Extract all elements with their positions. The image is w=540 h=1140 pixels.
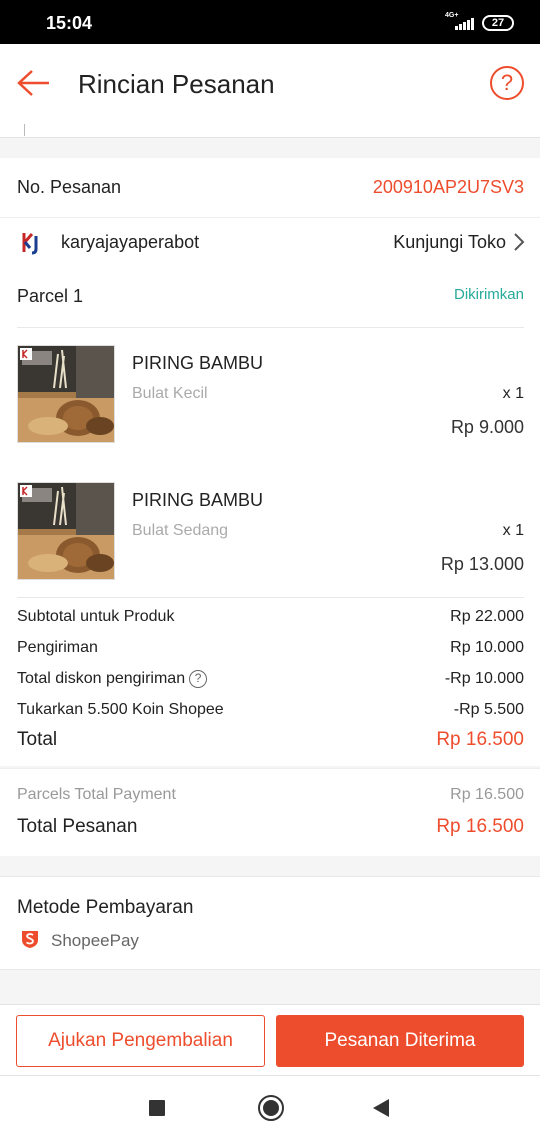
parcels-total-label: Parcels Total Payment xyxy=(17,786,176,803)
shipping-value: Rp 10.000 xyxy=(450,639,524,656)
product-item[interactable]: PIRING BAMBU Bulat Sedang x 1 Rp 13.000 xyxy=(0,482,540,592)
parcel-label: Parcel 1 xyxy=(17,286,84,306)
shipping-row: Pengiriman Rp 10.000 xyxy=(17,639,524,661)
back-arrow-icon[interactable] xyxy=(16,68,52,98)
order-total-label: Total Pesanan xyxy=(17,816,138,837)
divider xyxy=(17,327,524,328)
coins-row: Tukarkan 5.500 Koin Shopee -Rp 5.500 xyxy=(17,701,524,723)
payment-method-label: Metode Pembayaran xyxy=(17,897,194,918)
back-triangle-icon[interactable] xyxy=(372,1098,390,1118)
product-price: Rp 9.000 xyxy=(450,417,524,437)
product-item[interactable]: PIRING BAMBU Bulat Kecil x 1 Rp 9.000 xyxy=(0,345,540,455)
order-total-value: Rp 16.500 xyxy=(436,816,524,837)
recent-apps-icon[interactable] xyxy=(149,1100,165,1116)
help-icon[interactable]: ? xyxy=(490,66,524,100)
product-name: PIRING BAMBU xyxy=(132,490,264,510)
action-bar: Ajukan Pengembalian Pesanan Diterima xyxy=(0,1004,540,1076)
shopeepay-icon xyxy=(22,931,38,948)
app-bar: Rincian Pesanan ? xyxy=(0,44,540,124)
return-request-button[interactable]: Ajukan Pengembalian xyxy=(16,1015,265,1067)
visit-shop-link[interactable]: Kunjungi Toko xyxy=(393,232,506,253)
status-time: 15:04 xyxy=(46,13,93,33)
shipping-label: Pengiriman xyxy=(17,639,98,656)
signal-icon: 4G+ xyxy=(445,12,475,32)
shop-row[interactable]: karyajayaperabot Kunjungi Toko xyxy=(0,218,540,268)
help-icon[interactable]: ? xyxy=(189,670,208,688)
order-number-label: No. Pesanan xyxy=(17,177,122,197)
product-quantity: x 1 xyxy=(502,385,524,402)
battery-icon: 27 xyxy=(482,15,514,31)
subtotal-label: Subtotal untuk Produk xyxy=(17,608,175,625)
total-value: Rp 16.500 xyxy=(436,729,524,750)
order-received-button[interactable]: Pesanan Diterima xyxy=(276,1015,524,1067)
shipping-discount-row: Total diskon pengiriman? -Rp 10.000 xyxy=(17,670,524,692)
total-label: Total xyxy=(17,729,58,750)
home-icon[interactable] xyxy=(258,1095,284,1121)
divider xyxy=(17,597,524,598)
chevron-right-icon xyxy=(514,233,525,251)
total-row: Total Rp 16.500 xyxy=(17,729,524,751)
order-number-value[interactable]: 200910AP2U7SV3 xyxy=(373,177,524,198)
order-number-row: No. Pesanan 200910AP2U7SV3 xyxy=(0,158,540,218)
shipping-discount-label: Total diskon pengiriman xyxy=(17,670,186,688)
shop-name: karyajayaperabot xyxy=(61,232,200,252)
product-thumbnail xyxy=(17,482,115,580)
subtotal-value: Rp 22.000 xyxy=(450,608,524,625)
product-variant: Bulat Kecil xyxy=(132,385,208,402)
shipping-discount-value: -Rp 10.000 xyxy=(444,670,524,687)
coins-label: Tukarkan 5.500 Koin Shopee xyxy=(17,701,224,718)
shop-logo-icon xyxy=(22,230,42,256)
coins-value: -Rp 5.500 xyxy=(453,701,524,718)
product-quantity: x 1 xyxy=(502,522,524,539)
payment-method: Metode Pembayaran ShopeePay xyxy=(0,876,540,970)
subtotal-row: Subtotal untuk Produk Rp 22.000 xyxy=(17,608,524,630)
payment-summary: Parcels Total Payment Rp 16.500 Total Pe… xyxy=(0,768,540,856)
product-thumbnail xyxy=(17,345,115,443)
product-price: Rp 13.000 xyxy=(440,554,524,574)
product-variant: Bulat Sedang xyxy=(132,522,229,539)
parcels-total-value: Rp 16.500 xyxy=(450,786,524,803)
system-nav-bar xyxy=(0,1076,540,1140)
payment-method-value: ShopeePay xyxy=(51,931,139,950)
page-title: Rincian Pesanan xyxy=(78,69,275,99)
parcel-card: Parcel 1 Dikirimkan PIRING BAMBU Bulat K… xyxy=(0,268,540,766)
parcel-status: Dikirimkan xyxy=(453,286,524,303)
product-name: PIRING BAMBU xyxy=(132,353,264,373)
status-bar: 15:04 4G+ 27 xyxy=(0,0,540,44)
top-strip xyxy=(0,124,540,138)
